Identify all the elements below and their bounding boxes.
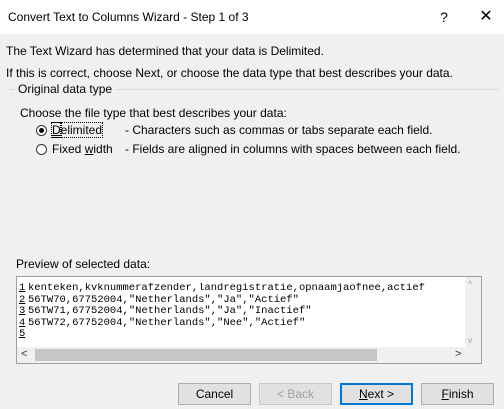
intro-line-1: The Text Wizard has determined that your… (6, 44, 324, 58)
help-button[interactable]: ? (433, 6, 455, 28)
intro-line-2: If this is correct, choose Next, or choo… (6, 66, 453, 80)
scroll-right-icon[interactable]: > (455, 348, 461, 360)
horizontal-scrollbar[interactable]: < > (17, 347, 481, 363)
table-row: 1 kenteken,kvknummerafzender,landregistra… (19, 283, 425, 294)
scroll-left-icon[interactable]: < (21, 348, 27, 360)
table-row: 3 56TW71,67752004,"Netherlands","Ja","Ina… (19, 305, 312, 317)
delimited-radio[interactable] (36, 124, 47, 136)
fixed-width-description: - Fields are aligned in columns with spa… (125, 142, 461, 156)
group-legend: Original data type (15, 82, 116, 96)
cancel-button[interactable]: Cancel (178, 383, 251, 405)
finish-button[interactable]: Finish (421, 383, 494, 405)
fixed-width-radio[interactable] (36, 143, 47, 155)
data-preview[interactable]: 1 kenteken,kvknummerafzender,landregistra… (16, 276, 482, 364)
title-bar: Convert Text to Columns Wizard - Step 1 … (0, 0, 504, 34)
fixed-width-option[interactable]: Fixed width - Fields are aligned in colu… (36, 142, 461, 156)
scroll-down-icon[interactable]: v (468, 335, 473, 345)
close-button[interactable]: ✕ (475, 6, 497, 28)
delimited-description: - Characters such as commas or tabs sepa… (125, 123, 433, 137)
delimited-option[interactable]: Delimited - Characters such as commas or… (36, 122, 433, 138)
scroll-up-icon[interactable]: ^ (468, 279, 472, 289)
file-type-prompt: Choose the file type that best describes… (20, 106, 287, 120)
table-row: 5 (19, 328, 26, 340)
scrollbar-thumb[interactable] (35, 349, 377, 361)
table-row: 4 56TW72,67752004,"Netherlands","Nee","Ac… (19, 316, 306, 329)
window-title: Convert Text to Columns Wizard - Step 1 … (8, 10, 249, 24)
next-button[interactable]: Next > (340, 383, 413, 405)
back-button[interactable]: < Back (259, 383, 332, 405)
preview-rows: 1 kenteken,kvknummerafzender,landregistra… (19, 283, 464, 341)
vertical-scrollbar[interactable]: ^ v (465, 277, 481, 349)
preview-label: Preview of selected data: (16, 257, 151, 271)
